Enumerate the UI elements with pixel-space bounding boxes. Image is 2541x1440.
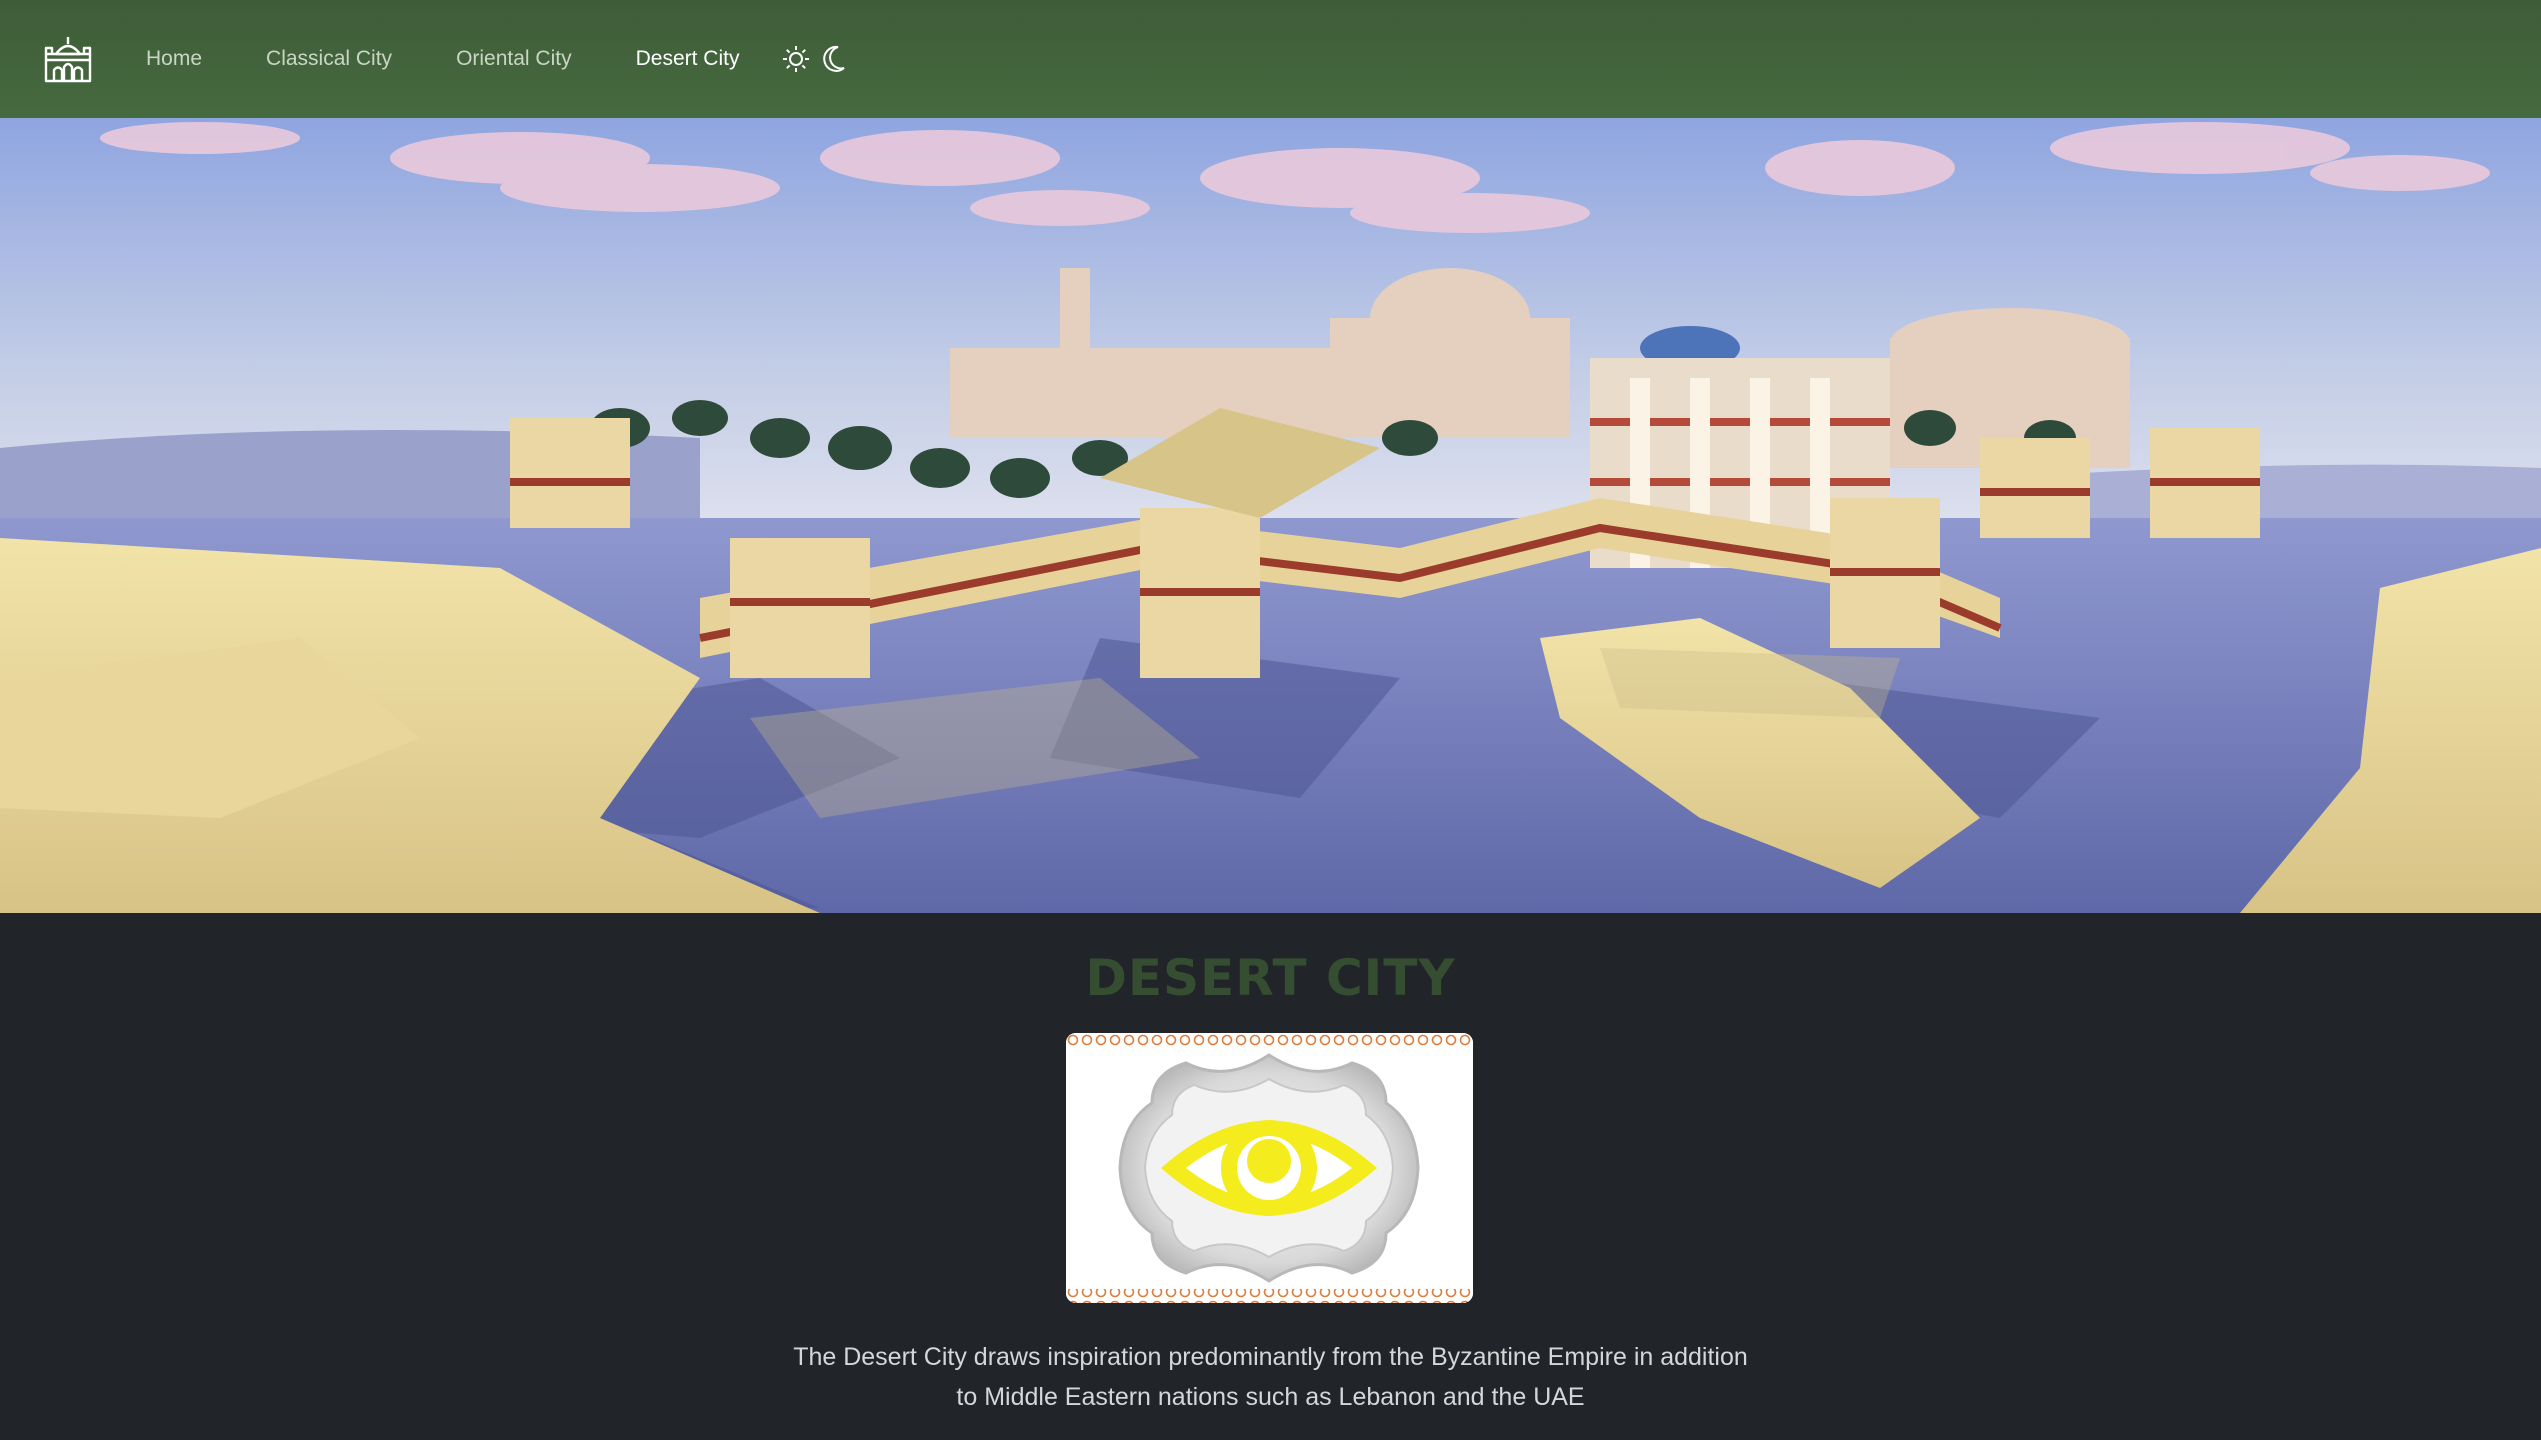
- description-line-1: The Desert City draws inspiration predom…: [793, 1343, 1748, 1371]
- page-title: DESERT CITY: [1085, 949, 1456, 1007]
- nav-link-desert-city[interactable]: Desert City: [636, 47, 740, 71]
- sun-icon: [783, 46, 810, 72]
- dark-theme-button[interactable]: [817, 42, 851, 76]
- desert-city-panorama: [0, 118, 2541, 913]
- eye-emblem: [1066, 1033, 1473, 1303]
- description-line-2: to Middle Eastern nations such as Lebano…: [956, 1383, 1585, 1411]
- nav-links: Home Classical City Oriental City Desert…: [146, 47, 803, 71]
- light-theme-button[interactable]: [779, 42, 813, 76]
- nav-link-classical-city[interactable]: Classical City: [266, 47, 392, 71]
- palace-icon: [44, 37, 92, 83]
- hero-banner: [0, 118, 2541, 913]
- main-content: DESERT CITY The Desert City draws inspir…: [0, 913, 2541, 1440]
- theme-toggles: [779, 42, 855, 76]
- nav-link-oriental-city[interactable]: Oriental City: [456, 47, 572, 71]
- nav-link-home[interactable]: Home: [146, 47, 202, 71]
- city-description: The Desert City draws inspiration predom…: [0, 1337, 2541, 1417]
- emblem-card: [1066, 1033, 1473, 1303]
- navbar: Home Classical City Oriental City Desert…: [0, 0, 2541, 118]
- brand-logo[interactable]: [40, 31, 96, 87]
- moon-icon: [823, 45, 846, 72]
